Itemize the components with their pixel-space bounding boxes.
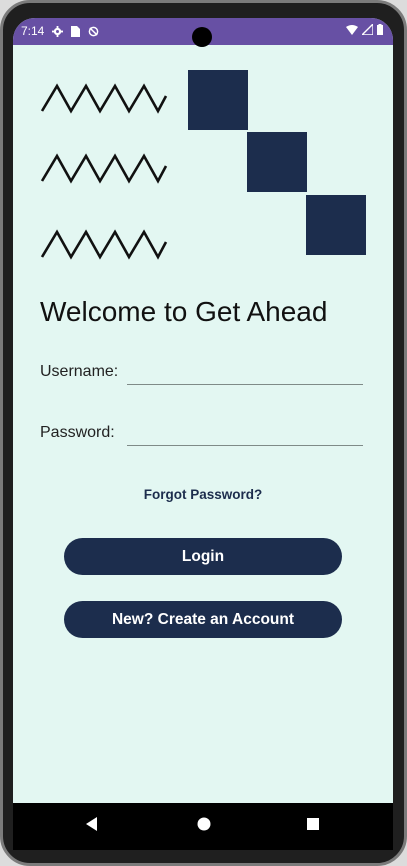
app-screen: 7:14 Welcome to Get Ahead Username: Pass… — [13, 18, 393, 850]
password-input[interactable] — [127, 415, 363, 446]
login-button[interactable]: Login — [64, 538, 342, 575]
forgot-password-link[interactable]: Forgot Password? — [13, 487, 393, 502]
zigzag-decoration-2 — [40, 153, 168, 184]
navigation-bar — [13, 803, 393, 850]
staircase-block-1 — [188, 70, 248, 130]
staircase-block-3 — [306, 195, 366, 255]
zigzag-decoration-1 — [40, 83, 168, 114]
status-right — [346, 24, 383, 35]
home-icon[interactable] — [197, 817, 211, 831]
status-left: 7:14 — [21, 24, 99, 38]
staircase-block-2 — [247, 132, 307, 192]
password-label: Password: — [40, 424, 115, 441]
page-title: Welcome to Get Ahead — [40, 296, 328, 327]
zigzag-decoration-3 — [40, 229, 168, 260]
status-time: 7:14 — [21, 24, 45, 38]
settings-icon — [52, 25, 64, 37]
username-label: Username: — [40, 363, 119, 380]
signal-icon — [362, 24, 373, 35]
username-input[interactable] — [127, 354, 363, 385]
camera-cutout — [192, 27, 212, 47]
sim-card-icon — [71, 25, 81, 37]
back-icon[interactable] — [86, 817, 98, 831]
wifi-icon — [346, 24, 358, 35]
sync-icon — [89, 26, 99, 36]
battery-icon — [377, 24, 383, 35]
create-account-button[interactable]: New? Create an Account — [64, 601, 342, 638]
recents-icon[interactable] — [307, 818, 319, 830]
